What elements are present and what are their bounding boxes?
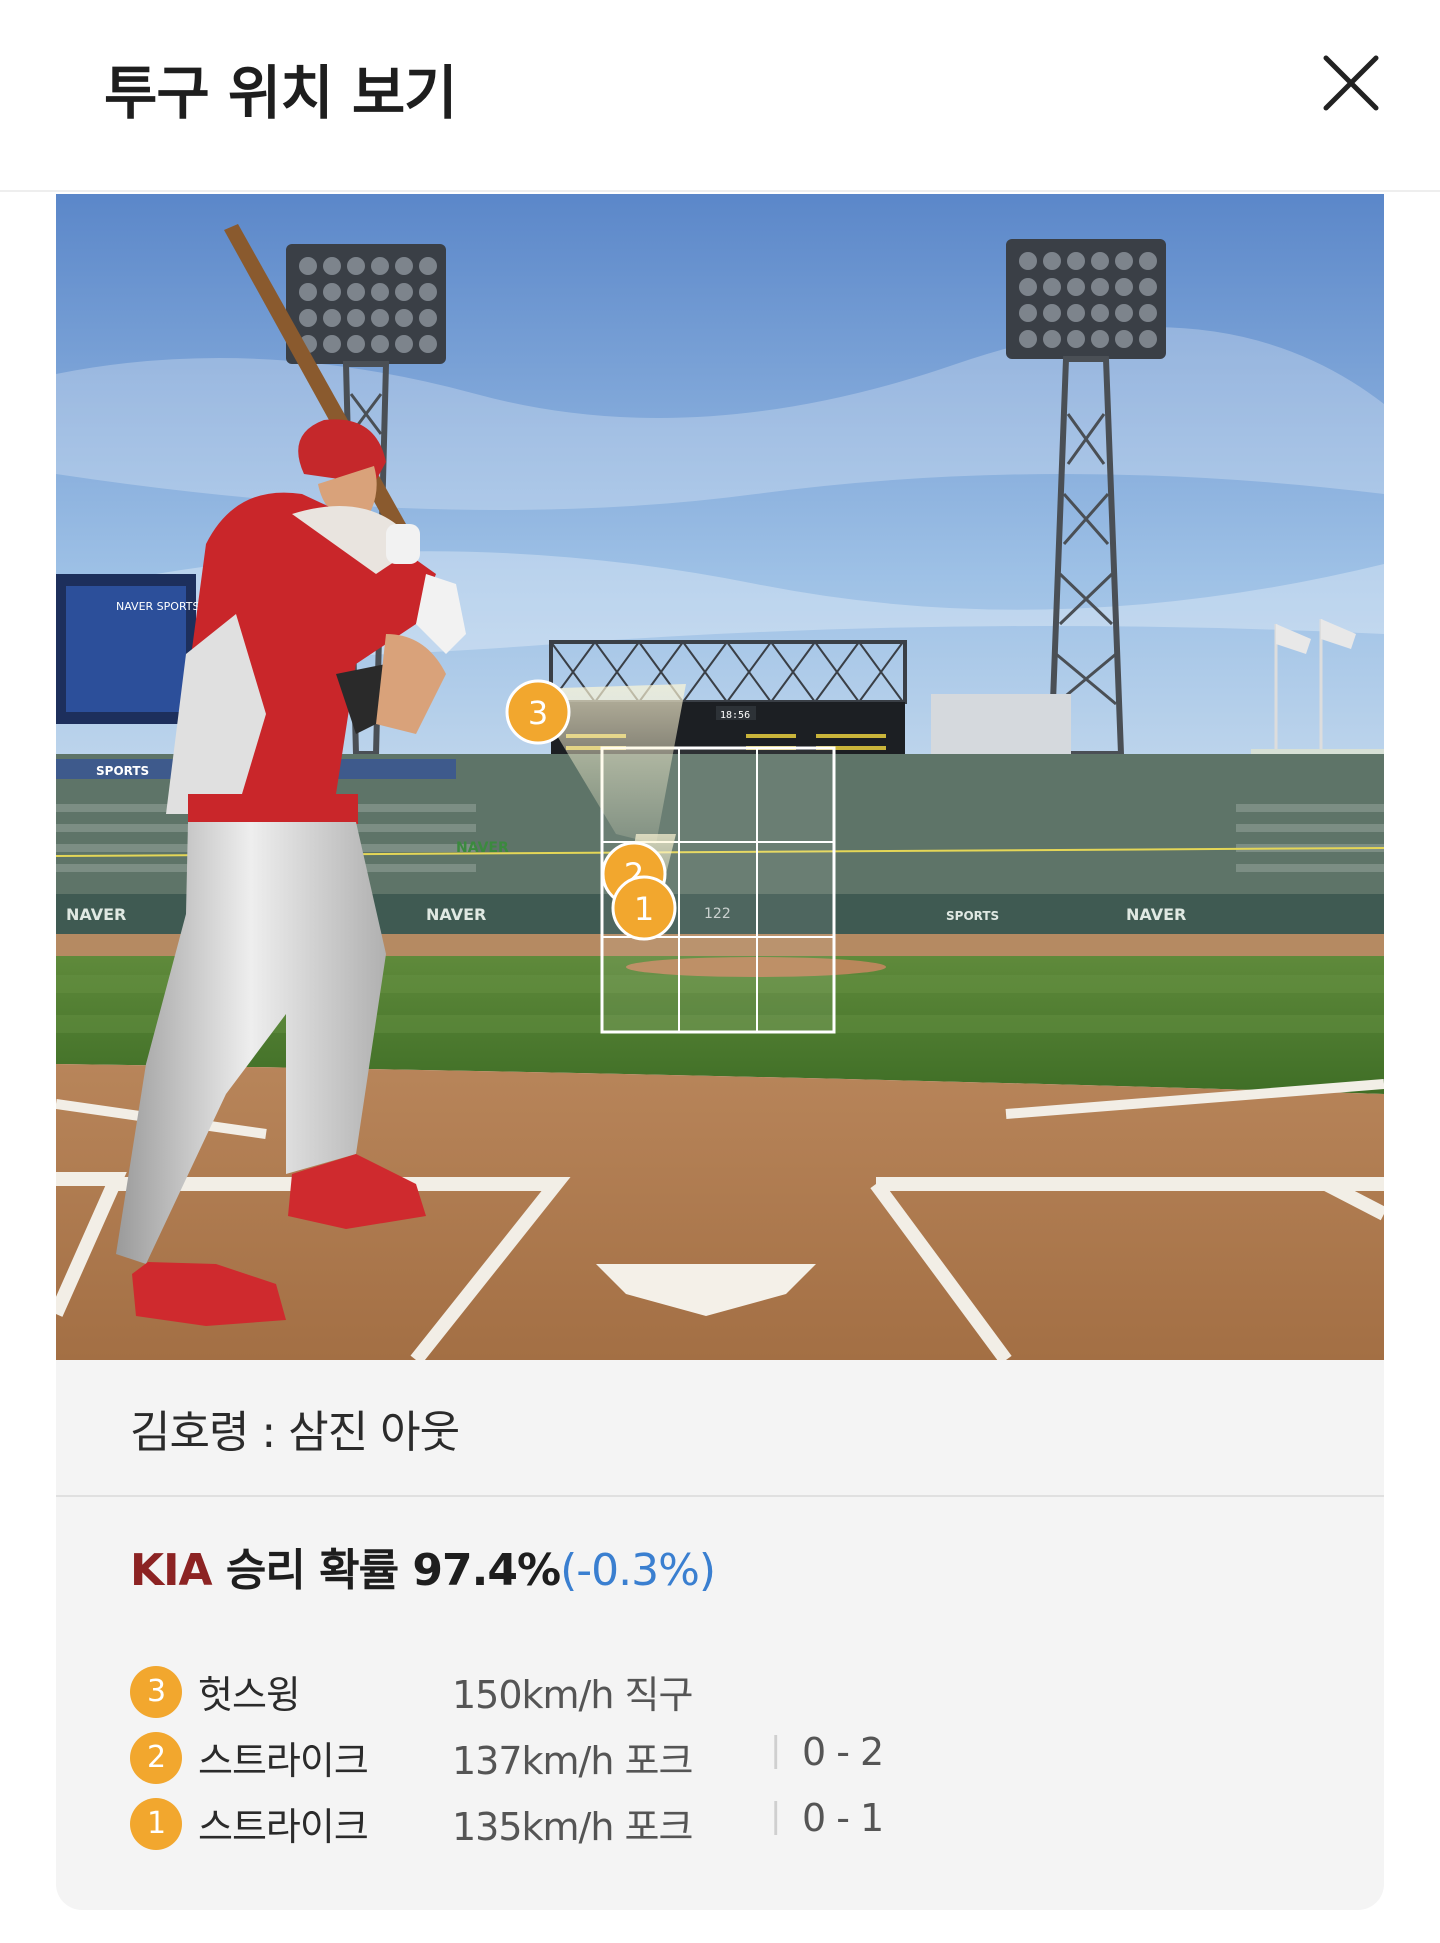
scoreboard-time: 18:56 [720,710,750,721]
speed-overlay: 122 [704,906,731,922]
win-probability: KIA 승리 확률 97.4%(-0.3%) [130,1534,716,1598]
pitch-count: 0 - 1 [802,1796,884,1840]
pitch-count: 0 - 2 [802,1730,884,1774]
pitch-number-badge: 3 [130,1666,182,1718]
page-title: 투구 위치 보기 [104,59,458,127]
pitch-card: NAVER SPORTS 18:56 N NAVER [56,194,1384,1910]
pitch-row[interactable]: 1 스트라이크 135km/h 포크 | 0 - 1 [130,1794,1330,1850]
win-prob-change: (-0.3%) [560,1545,716,1596]
win-prob-value: 97.4% [412,1545,561,1596]
count-separator: | [770,1730,782,1770]
pitch-marker-1[interactable]: 1 [611,875,677,941]
pitch-location-scene: NAVER SPORTS 18:56 N NAVER [56,194,1384,1360]
pitch-result: 스트라이크 [198,1739,369,1783]
pitch-number-badge: 1 [130,1798,182,1850]
ad-sports-left: SPORTS [96,764,149,778]
pitch-result: 스트라이크 [198,1805,369,1849]
svg-text:3: 3 [528,694,548,732]
pitch-speed-type: 137km/h 포크 [452,1739,693,1783]
pitch-marker-3[interactable]: 3 [505,679,571,745]
pitch-row[interactable]: 3 헛스윙 150km/h 직구 [130,1662,1330,1718]
pitch-result: 헛스윙 [198,1673,301,1717]
ad-naver-2: NAVER [426,905,486,924]
win-prob-team: KIA [130,1545,213,1596]
pitch-row[interactable]: 2 스트라이크 137km/h 포크 | 0 - 2 [130,1728,1330,1784]
pitch-speed-type: 135km/h 포크 [452,1805,693,1849]
ad-sports-right: SPORTS [946,909,999,923]
pitch-speed-type: 150km/h 직구 [452,1673,693,1717]
play-result: 김호령 : 삼진 아웃 [130,1407,460,1458]
ad-naver-3: NAVER [1126,905,1186,924]
divider [56,1495,1384,1497]
close-icon[interactable] [1322,54,1380,112]
video-board-text: NAVER SPORTS [116,600,200,613]
svg-text:1: 1 [634,890,654,928]
pitch-number-badge: 2 [130,1732,182,1784]
count-separator: | [770,1796,782,1836]
win-prob-label: 승리 확률 [211,1545,413,1596]
modal-header: 투구 위치 보기 [0,0,1440,192]
ad-naver-1: NAVER [66,905,126,924]
